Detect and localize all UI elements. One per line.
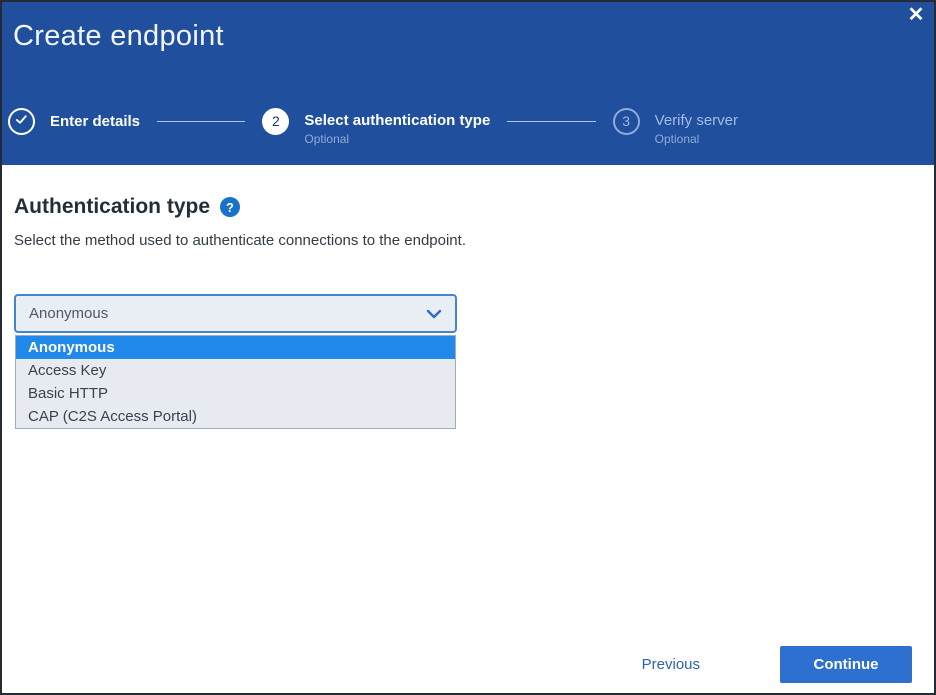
authentication-type-select[interactable]: Anonymous <box>14 294 457 333</box>
dialog-header: Create endpoint ✕ Enter details 2 <box>2 2 934 165</box>
authentication-type-options: Anonymous Access Key Basic HTTP CAP (C2S… <box>15 335 456 429</box>
option-basic-http[interactable]: Basic HTTP <box>16 382 455 405</box>
step-3-circle: 3 <box>613 108 640 135</box>
selected-value: Anonymous <box>29 305 108 322</box>
stepper-connector-2 <box>507 121 595 122</box>
section-description: Select the method used to authenticate c… <box>14 232 922 249</box>
dialog-body: Authentication type ? Select the method … <box>2 165 934 429</box>
check-icon <box>14 112 29 130</box>
chevron-down-icon <box>426 309 442 319</box>
wizard-stepper: Enter details 2 Select authentication ty… <box>8 104 738 138</box>
step-3-number: 3 <box>622 113 630 129</box>
step-3-label: Verify server <box>655 112 738 129</box>
step-1-label: Enter details <box>50 113 140 130</box>
step-select-authentication-type[interactable]: 2 Select authentication type Optional <box>262 104 490 138</box>
dialog-title: Create endpoint <box>13 20 224 53</box>
dialog-footer: Previous Continue <box>642 646 912 683</box>
stepper-connector-1 <box>157 121 245 122</box>
step-1-circle <box>8 108 35 135</box>
help-icon[interactable]: ? <box>220 197 240 217</box>
continue-button[interactable]: Continue <box>780 646 912 683</box>
step-verify-server[interactable]: 3 Verify server Optional <box>613 104 738 138</box>
step-enter-details[interactable]: Enter details <box>8 108 140 135</box>
step-2-number: 2 <box>272 113 280 129</box>
create-endpoint-dialog: Create endpoint ✕ Enter details 2 <box>0 0 936 695</box>
close-icon[interactable]: ✕ <box>903 2 929 28</box>
option-anonymous[interactable]: Anonymous <box>16 336 455 359</box>
step-3-sublabel: Optional <box>655 132 738 146</box>
step-2-label: Select authentication type <box>304 112 490 129</box>
step-2-sublabel: Optional <box>304 132 490 146</box>
page-title: Authentication type <box>14 195 210 219</box>
option-cap-c2s-access-portal[interactable]: CAP (C2S Access Portal) <box>16 405 455 428</box>
previous-button[interactable]: Previous <box>642 656 700 673</box>
option-access-key[interactable]: Access Key <box>16 359 455 382</box>
step-2-circle: 2 <box>262 108 289 135</box>
